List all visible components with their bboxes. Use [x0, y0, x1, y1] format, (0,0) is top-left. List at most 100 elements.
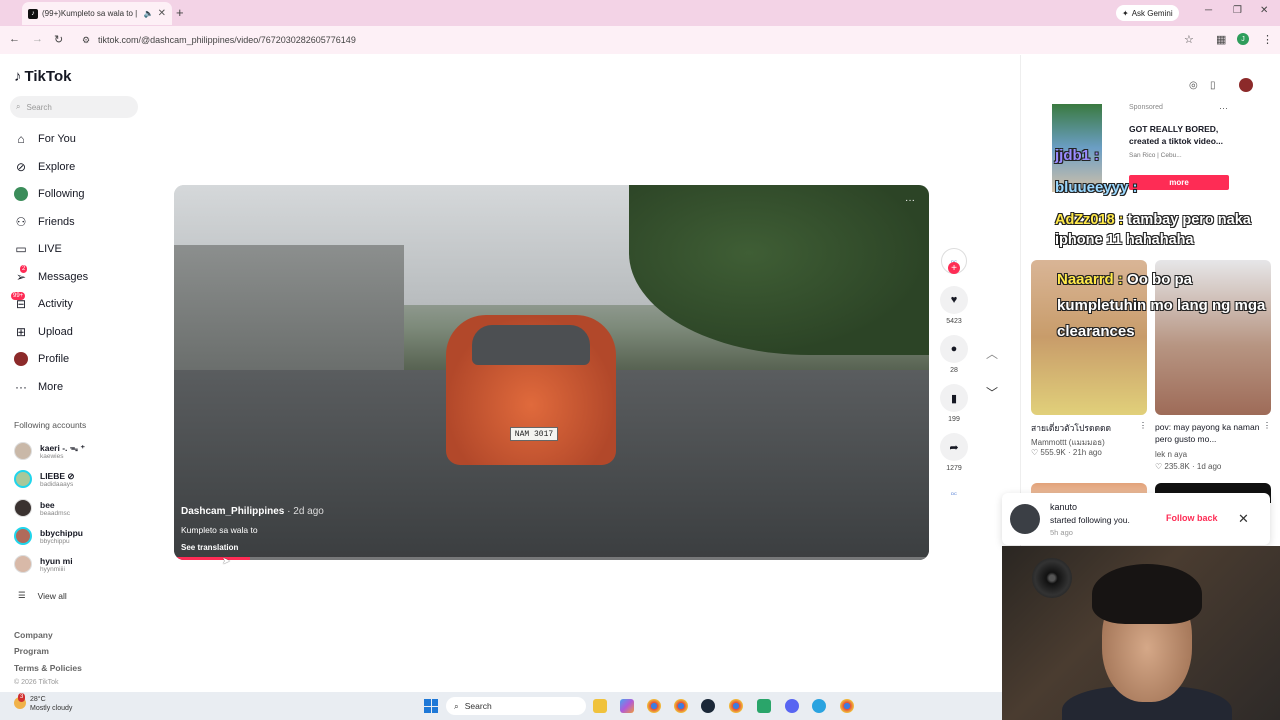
- search-icon: ⌕: [16, 102, 21, 111]
- account-item[interactable]: kaeri -. ᯓ ⁺ kaewies: [14, 442, 85, 460]
- share-icon[interactable]: ➦: [940, 433, 968, 461]
- window-close-icon[interactable]: ✕: [1260, 5, 1268, 16]
- taskbar-search[interactable]: ⌕ Search: [446, 697, 586, 715]
- nav-more[interactable]: ··· More: [14, 380, 63, 394]
- comment-action[interactable]: ● 28: [938, 335, 970, 374]
- chrome-profile-icon[interactable]: [674, 699, 688, 713]
- see-translation-link[interactable]: See translation: [181, 543, 324, 552]
- profile-avatar[interactable]: J: [1237, 33, 1249, 45]
- steam-icon[interactable]: [701, 699, 715, 713]
- vinyl-record-decor: [1032, 558, 1072, 598]
- avatar: [14, 527, 32, 545]
- save-action[interactable]: ▮ 199: [938, 384, 970, 423]
- chat-user: bluueeyyy :: [1055, 179, 1138, 196]
- extensions-icon[interactable]: ▦: [1216, 33, 1226, 46]
- close-icon[interactable]: ✕: [1238, 511, 1249, 527]
- card-title[interactable]: pov: may payong ka naman pero gusto mo..…: [1155, 421, 1267, 445]
- weather-widget[interactable]: 3 28°C Mostly cloudy: [14, 693, 72, 713]
- account-item[interactable]: LIEBE ⊘ badidaaays: [14, 470, 75, 488]
- nav-label: More: [38, 381, 64, 393]
- video-more-icon[interactable]: ···: [905, 195, 915, 206]
- nav-explore[interactable]: ⊘ Explore: [14, 160, 75, 174]
- chevron-up-icon[interactable]: ︿: [986, 345, 998, 362]
- account-item[interactable]: bbychippu bbychippu: [14, 527, 83, 545]
- ad-more-button[interactable]: more: [1129, 175, 1229, 190]
- share-count: 1279: [946, 465, 962, 472]
- coin-icon[interactable]: ◎: [1189, 80, 1198, 91]
- webcam-overlay: [1002, 546, 1280, 720]
- nav-activity[interactable]: ⊟ 99+ Activity: [11, 292, 73, 311]
- more-icon: ···: [15, 380, 27, 394]
- nav-messages[interactable]: ➢ 2 Messages: [14, 265, 88, 284]
- new-tab-icon[interactable]: +: [176, 5, 184, 20]
- share-action[interactable]: ➦ 1279: [938, 433, 970, 472]
- maximize-icon[interactable]: ❐: [1233, 5, 1242, 16]
- nav-friends[interactable]: ⚇ Friends: [14, 215, 75, 229]
- heart-icon[interactable]: ♥: [940, 286, 968, 314]
- ask-gemini-button[interactable]: ✦ Ask Gemini: [1116, 5, 1179, 21]
- nav-upload[interactable]: ⊞ Upload: [14, 325, 73, 339]
- comment-icon[interactable]: ●: [940, 335, 968, 363]
- view-all-button[interactable]: ☰ View all: [18, 590, 67, 601]
- minimize-icon[interactable]: ─: [1205, 5, 1212, 16]
- site-info-icon[interactable]: ⚙: [82, 35, 90, 46]
- compass-icon: ⊘: [15, 160, 27, 174]
- follow-plus-icon[interactable]: +: [948, 262, 960, 274]
- user-avatar[interactable]: [1239, 78, 1253, 92]
- notification-time: 5h ago: [1050, 528, 1073, 537]
- bookmark-icon[interactable]: ▮: [940, 384, 968, 412]
- video-player[interactable]: NAM 3017 ··· Dashcam_Philippines · 2d ag…: [174, 185, 929, 560]
- footer-program-link[interactable]: Program: [14, 646, 49, 656]
- tiktok-logo[interactable]: ♪ TikTok: [14, 68, 71, 85]
- view-all-label: View all: [37, 590, 67, 601]
- copilot-icon[interactable]: [620, 699, 634, 713]
- back-icon[interactable]: ←: [9, 33, 20, 45]
- video-author[interactable]: Dashcam_Philippines: [181, 506, 284, 517]
- comment-count: 28: [950, 367, 958, 374]
- app-icon[interactable]: [757, 699, 771, 713]
- like-action[interactable]: ♥ 5423: [938, 286, 970, 325]
- follow-notification[interactable]: kanuto started following you. 5h ago Fol…: [1002, 493, 1270, 545]
- follow-back-button[interactable]: Follow back: [1166, 513, 1218, 523]
- heart-icon: ♡: [1031, 448, 1039, 457]
- telegram-icon[interactable]: [812, 699, 826, 713]
- chrome-window-icon[interactable]: [840, 699, 854, 713]
- chrome-icon[interactable]: [647, 699, 661, 713]
- discord-icon[interactable]: [785, 699, 799, 713]
- chevron-down-icon[interactable]: ﹀: [986, 384, 998, 401]
- ad-more-icon[interactable]: ···: [1219, 103, 1228, 113]
- speaker-icon[interactable]: 🔈: [144, 9, 154, 18]
- ask-gemini-label: Ask Gemini: [1131, 8, 1173, 18]
- nav-profile[interactable]: Profile: [14, 352, 69, 366]
- chrome-app-icon[interactable]: [729, 699, 743, 713]
- bookmark-star-icon[interactable]: ☆: [1184, 33, 1194, 46]
- nav-live[interactable]: ▭ LIVE: [14, 242, 62, 256]
- browser-tab[interactable]: ♪ (99+)Kumpleto sa wala to | 🔈 ✕: [22, 2, 172, 25]
- tiktok-favicon-icon: ♪: [28, 8, 38, 19]
- browser-menu-icon[interactable]: ⋮: [1262, 33, 1273, 46]
- device-icon[interactable]: ▯: [1210, 80, 1216, 91]
- url-text: tiktok.com/@dashcam_philippines/video/76…: [98, 35, 356, 45]
- forward-icon[interactable]: →: [32, 33, 43, 45]
- footer-terms-link[interactable]: Terms & Policies: [14, 663, 82, 673]
- music-disc-icon[interactable]: DC: [941, 485, 967, 501]
- card-author[interactable]: lek n aya: [1155, 450, 1187, 459]
- account-item[interactable]: hyun mi hyynmiiii: [14, 555, 73, 573]
- footer-company-link[interactable]: Company: [14, 630, 53, 640]
- nav-label: Profile: [38, 353, 70, 365]
- nav-label: Upload: [38, 326, 73, 338]
- file-explorer-icon[interactable]: [593, 699, 607, 713]
- card-title[interactable]: สายเดี่ยวตัวโปรดดดด: [1031, 421, 1143, 435]
- reload-icon[interactable]: ↻: [54, 33, 63, 46]
- card-more-icon[interactable]: ⋮: [1139, 421, 1147, 430]
- account-item[interactable]: bee beaadmsc: [14, 499, 70, 517]
- nav-for-you[interactable]: ⌂ For You: [14, 132, 76, 146]
- search-input[interactable]: ⌕ Search: [10, 96, 138, 118]
- taskbar-search-label: Search: [464, 701, 492, 711]
- card-more-icon[interactable]: ⋮: [1263, 421, 1271, 430]
- tab-close-icon[interactable]: ✕: [158, 8, 166, 19]
- windows-start-icon[interactable]: [424, 699, 438, 713]
- address-bar[interactable]: ⚙ tiktok.com/@dashcam_philippines/video/…: [78, 29, 1228, 51]
- nav-following[interactable]: Following: [14, 187, 84, 201]
- video-progress-bar[interactable]: [174, 557, 929, 560]
